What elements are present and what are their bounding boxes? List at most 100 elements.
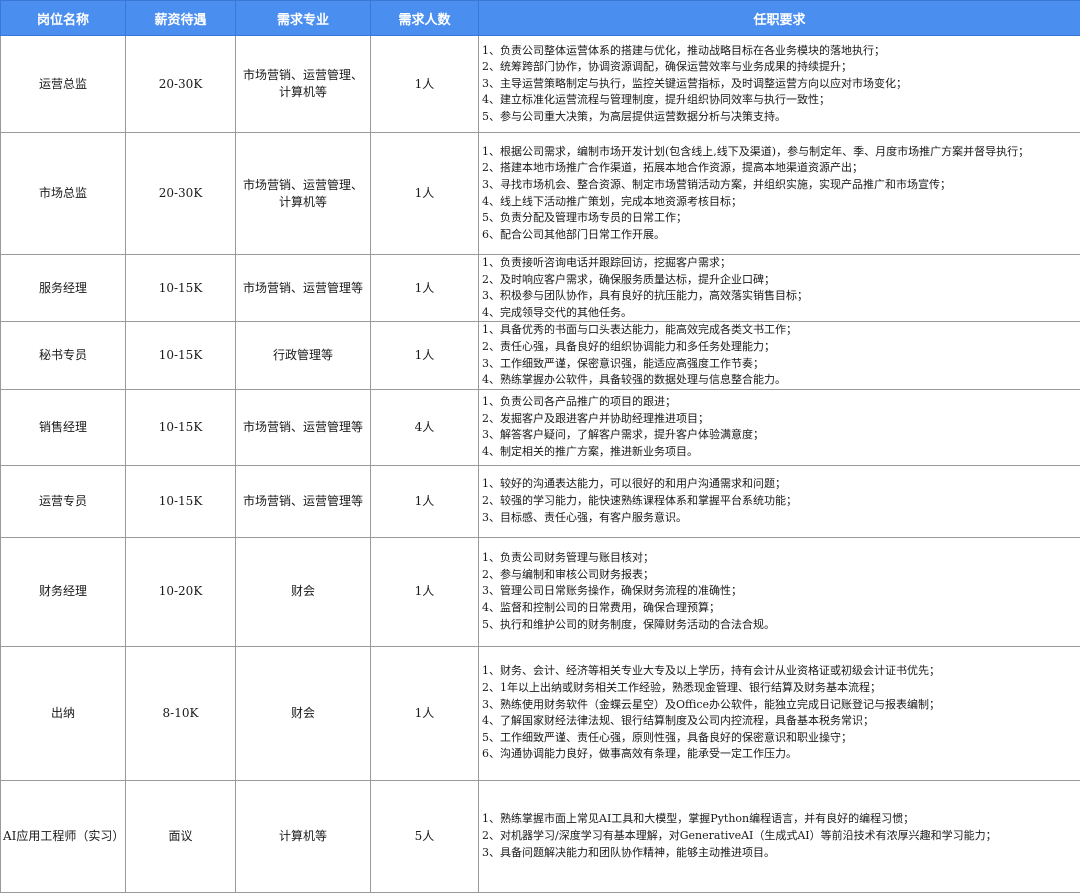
major-cell: 市场营销、运营管理等 — [236, 389, 371, 465]
requirements-cell: 1、财务、会计、经济等相关专业大专及以上学历，持有会计从业资格证或初级会计证书优… — [479, 646, 1080, 780]
header-requirements: 任职要求 — [479, 1, 1080, 36]
table-row: 秘书专员10-15K行政管理等1人1、具备优秀的书面与口头表达能力，能高效完成各… — [1, 322, 1080, 389]
requirement-item: 1、负责公司整体运营体系的搭建与优化，推动战略目标在各业务模块的落地执行； — [482, 43, 1078, 60]
requirement-item: 2、对机器学习/深度学习有基本理解，对GenerativeAI（生成式AI）等前… — [482, 828, 1078, 845]
requirement-item: 3、寻找市场机会、整合资源、制定市场营销活动方案，并组织实施，实现产品推广和市场… — [482, 177, 1078, 194]
header-position: 岗位名称 — [1, 1, 126, 36]
position-cell: 秘书专员 — [1, 322, 126, 389]
requirement-item: 4、熟练掌握办公软件，具备较强的数据处理与信息整合能力。 — [482, 372, 1078, 389]
position-cell: 财务经理 — [1, 537, 126, 646]
table-row: 出纳8-10K财会1人1、财务、会计、经济等相关专业大专及以上学历，持有会计从业… — [1, 646, 1080, 780]
salary-cell: 20-30K — [126, 36, 236, 133]
major-cell: 市场营销、运营管理等 — [236, 465, 371, 537]
requirement-item: 2、责任心强，具备良好的组织协调能力和多任务处理能力； — [482, 339, 1078, 356]
requirement-item: 1、具备优秀的书面与口头表达能力，能高效完成各类文书工作； — [482, 322, 1078, 339]
major-cell: 财会 — [236, 646, 371, 780]
headcount-cell: 1人 — [371, 255, 479, 322]
table-row: 服务经理10-15K市场营销、运营管理等1人1、负责接听咨询电话并跟踪回访，挖掘… — [1, 255, 1080, 322]
table-row: 市场总监20-30K市场营销、运营管理、计算机等1人1、根据公司需求，编制市场开… — [1, 133, 1080, 255]
requirement-item: 1、负责接听咨询电话并跟踪回访，挖掘客户需求； — [482, 255, 1078, 272]
requirement-item: 4、完成领导交代的其他任务。 — [482, 305, 1078, 322]
table-row: AI应用工程师（实习）面议计算机等5人1、熟练掌握市面上常见AI工具和大模型，掌… — [1, 780, 1080, 892]
requirement-item: 2、搭建本地市场推广合作渠道，拓展本地合作资源，提高本地渠道资源产出； — [482, 160, 1078, 177]
table-row: 运营总监20-30K市场营销、运营管理、计算机等1人1、负责公司整体运营体系的搭… — [1, 36, 1080, 133]
requirements-cell: 1、负责公司整体运营体系的搭建与优化，推动战略目标在各业务模块的落地执行；2、统… — [479, 36, 1080, 133]
major-cell: 行政管理等 — [236, 322, 371, 389]
requirements-cell: 1、根据公司需求，编制市场开发计划(包含线上,线下及渠道)，参与制定年、季、月度… — [479, 133, 1080, 255]
requirement-item: 6、配合公司其他部门日常工作开展。 — [482, 227, 1078, 244]
major-cell: 计算机等 — [236, 780, 371, 892]
position-cell: 出纳 — [1, 646, 126, 780]
position-cell: 运营总监 — [1, 36, 126, 133]
salary-cell: 20-30K — [126, 133, 236, 255]
table-row: 财务经理10-20K财会1人1、负责公司财务管理与账目核对；2、参与编制和审核公… — [1, 537, 1080, 646]
header-salary: 薪资待遇 — [126, 1, 236, 36]
headcount-cell: 4人 — [371, 389, 479, 465]
headcount-cell: 1人 — [371, 322, 479, 389]
major-cell: 财会 — [236, 537, 371, 646]
salary-cell: 10-15K — [126, 465, 236, 537]
requirement-item: 6、沟通协调能力良好，做事高效有条理，能承受一定工作压力。 — [482, 746, 1078, 763]
table-header-row: 岗位名称 薪资待遇 需求专业 需求人数 任职要求 — [1, 1, 1080, 36]
requirement-item: 2、及时响应客户需求，确保服务质量达标，提升企业口碑； — [482, 272, 1078, 289]
salary-cell: 面议 — [126, 780, 236, 892]
requirement-item: 5、负责分配及管理市场专员的日常工作； — [482, 210, 1078, 227]
headcount-cell: 5人 — [371, 780, 479, 892]
position-cell: 运营专员 — [1, 465, 126, 537]
salary-cell: 10-20K — [126, 537, 236, 646]
requirement-item: 5、参与公司重大决策，为高层提供运营数据分析与决策支持。 — [482, 109, 1078, 126]
requirement-item: 2、统筹跨部门协作，协调资源调配，确保运营效率与业务成果的持续提升； — [482, 59, 1078, 76]
position-cell: 市场总监 — [1, 133, 126, 255]
position-cell: AI应用工程师（实习） — [1, 780, 126, 892]
header-headcount: 需求人数 — [371, 1, 479, 36]
salary-cell: 10-15K — [126, 322, 236, 389]
salary-cell: 10-15K — [126, 389, 236, 465]
requirement-item: 2、1年以上出纳或财务相关工作经验，熟悉现金管理、银行结算及财务基本流程； — [482, 680, 1078, 697]
requirement-item: 1、根据公司需求，编制市场开发计划(包含线上,线下及渠道)，参与制定年、季、月度… — [482, 144, 1078, 161]
position-cell: 服务经理 — [1, 255, 126, 322]
requirement-item: 2、参与编制和审核公司财务报表； — [482, 567, 1078, 584]
requirement-item: 5、工作细致严谨、责任心强，原则性强，具备良好的保密意识和职业操守； — [482, 730, 1078, 747]
major-cell: 市场营销、运营管理等 — [236, 255, 371, 322]
requirements-cell: 1、熟练掌握市面上常见AI工具和大模型，掌握Python编程语言，并有良好的编程… — [479, 780, 1080, 892]
requirement-item: 3、解答客户疑问，了解客户需求，提升客户体验满意度； — [482, 427, 1078, 444]
header-major: 需求专业 — [236, 1, 371, 36]
recruitment-table: 岗位名称 薪资待遇 需求专业 需求人数 任职要求 运营总监20-30K市场营销、… — [0, 0, 1080, 893]
requirement-item: 3、工作细致严谨，保密意识强，能适应高强度工作节奏； — [482, 356, 1078, 373]
requirement-item: 1、财务、会计、经济等相关专业大专及以上学历，持有会计从业资格证或初级会计证书优… — [482, 663, 1078, 680]
table-body: 运营总监20-30K市场营销、运营管理、计算机等1人1、负责公司整体运营体系的搭… — [1, 36, 1080, 893]
requirement-item: 4、制定相关的推广方案，推进新业务项目。 — [482, 444, 1078, 461]
major-cell: 市场营销、运营管理、计算机等 — [236, 133, 371, 255]
requirement-item: 1、负责公司财务管理与账目核对； — [482, 550, 1078, 567]
requirement-item: 2、发掘客户及跟进客户并协助经理推进项目； — [482, 411, 1078, 428]
headcount-cell: 1人 — [371, 646, 479, 780]
major-cell: 市场营销、运营管理、计算机等 — [236, 36, 371, 133]
requirement-item: 3、积极参与团队协作，具有良好的抗压能力，高效落实销售目标； — [482, 288, 1078, 305]
table-row: 运营专员10-15K市场营销、运营管理等1人1、较好的沟通表达能力，可以很好的和… — [1, 465, 1080, 537]
salary-cell: 10-15K — [126, 255, 236, 322]
requirement-item: 5、执行和维护公司的财务制度，保障财务活动的合法合规。 — [482, 617, 1078, 634]
requirement-item: 4、了解国家财经法律法规、银行结算制度及公司内控流程，具备基本税务常识； — [482, 713, 1078, 730]
requirements-cell: 1、负责公司财务管理与账目核对；2、参与编制和审核公司财务报表；3、管理公司日常… — [479, 537, 1080, 646]
requirements-cell: 1、具备优秀的书面与口头表达能力，能高效完成各类文书工作；2、责任心强，具备良好… — [479, 322, 1080, 389]
requirement-item: 4、建立标准化运营流程与管理制度，提升组织协同效率与执行一致性； — [482, 92, 1078, 109]
requirements-cell: 1、负责接听咨询电话并跟踪回访，挖掘客户需求；2、及时响应客户需求，确保服务质量… — [479, 255, 1080, 322]
headcount-cell: 1人 — [371, 133, 479, 255]
headcount-cell: 1人 — [371, 537, 479, 646]
requirement-item: 3、目标感、责任心强，有客户服务意识。 — [482, 510, 1078, 527]
requirement-item: 4、监督和控制公司的日常费用，确保合理预算； — [482, 600, 1078, 617]
requirement-item: 3、管理公司日常账务操作，确保财务流程的准确性； — [482, 583, 1078, 600]
requirement-item: 4、线上线下活动推广策划，完成本地资源考核目标； — [482, 194, 1078, 211]
requirement-item: 1、较好的沟通表达能力，可以很好的和用户沟通需求和问题； — [482, 476, 1078, 493]
requirement-item: 1、熟练掌握市面上常见AI工具和大模型，掌握Python编程语言，并有良好的编程… — [482, 811, 1078, 828]
requirement-item: 3、主导运营策略制定与执行，监控关键运营指标，及时调整运营方向以应对市场变化； — [482, 76, 1078, 93]
position-cell: 销售经理 — [1, 389, 126, 465]
requirement-item: 2、较强的学习能力，能快速熟练课程体系和掌握平台系统功能； — [482, 493, 1078, 510]
requirement-item: 1、负责公司各产品推广的项目的跟进； — [482, 394, 1078, 411]
headcount-cell: 1人 — [371, 465, 479, 537]
requirements-cell: 1、较好的沟通表达能力，可以很好的和用户沟通需求和问题；2、较强的学习能力，能快… — [479, 465, 1080, 537]
requirement-item: 3、具备问题解决能力和团队协作精神，能够主动推进项目。 — [482, 845, 1078, 862]
table-row: 销售经理10-15K市场营销、运营管理等4人1、负责公司各产品推广的项目的跟进；… — [1, 389, 1080, 465]
requirement-item: 3、熟练使用财务软件（金蝶云星空）及Office办公软件，能独立完成日记账登记与… — [482, 697, 1078, 714]
headcount-cell: 1人 — [371, 36, 479, 133]
